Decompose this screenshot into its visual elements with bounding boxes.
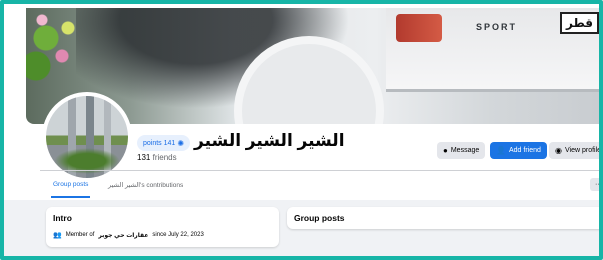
intro-membership: 👥 Member of عقارات حي جوبر since July 22… bbox=[53, 231, 204, 239]
add-friend-button[interactable]: 👤 Add friend bbox=[490, 142, 547, 159]
friends-count[interactable]: 131 friends bbox=[137, 153, 177, 162]
add-friend-label: Add friend bbox=[508, 147, 541, 154]
star-badge-icon: ✺ bbox=[177, 138, 185, 148]
intro-title: Intro bbox=[53, 213, 72, 223]
group-link[interactable]: عقارات حي جوبر bbox=[98, 232, 148, 239]
person-plus-icon: 👤 bbox=[496, 146, 506, 155]
header-divider bbox=[40, 170, 599, 171]
profile-name: الشير الشير الشير bbox=[194, 131, 345, 150]
view-profile-button[interactable]: ◉ View profile bbox=[549, 142, 602, 159]
view-profile-label: View profile bbox=[564, 147, 602, 154]
group-posts-title: Group posts bbox=[294, 213, 345, 223]
intro-card: Intro 👥 Member of عقارات حي جوبر since J… bbox=[46, 207, 279, 247]
group-posts-card: Group posts bbox=[287, 207, 599, 229]
group-icon: 👥 bbox=[53, 232, 62, 239]
profile-window: SPORT قطر الشير الشير الشير points 141 ✺… bbox=[0, 0, 603, 260]
friends-number: 131 bbox=[137, 153, 151, 162]
cover-tail-light bbox=[396, 14, 442, 42]
member-prefix: Member of bbox=[65, 232, 95, 238]
points-label: points 141 bbox=[143, 139, 176, 147]
points-badge[interactable]: points 141 ✺ bbox=[137, 135, 191, 151]
eye-icon: ◉ bbox=[555, 146, 562, 155]
more-options-button[interactable]: ··· bbox=[590, 178, 599, 191]
avatar[interactable] bbox=[42, 92, 132, 182]
message-button[interactable]: ● Message bbox=[437, 142, 486, 159]
friends-label: friends bbox=[152, 153, 177, 162]
member-since: since July 22, 2023 bbox=[152, 232, 204, 238]
cover-plate: قطر bbox=[560, 12, 599, 34]
message-label: Message bbox=[450, 147, 480, 154]
tab-group-posts[interactable]: Group posts bbox=[50, 181, 91, 198]
tab-contributions[interactable]: الشير الشير's contributions bbox=[108, 181, 183, 189]
messenger-icon: ● bbox=[443, 146, 448, 155]
cover-badge: SPORT bbox=[476, 22, 518, 32]
